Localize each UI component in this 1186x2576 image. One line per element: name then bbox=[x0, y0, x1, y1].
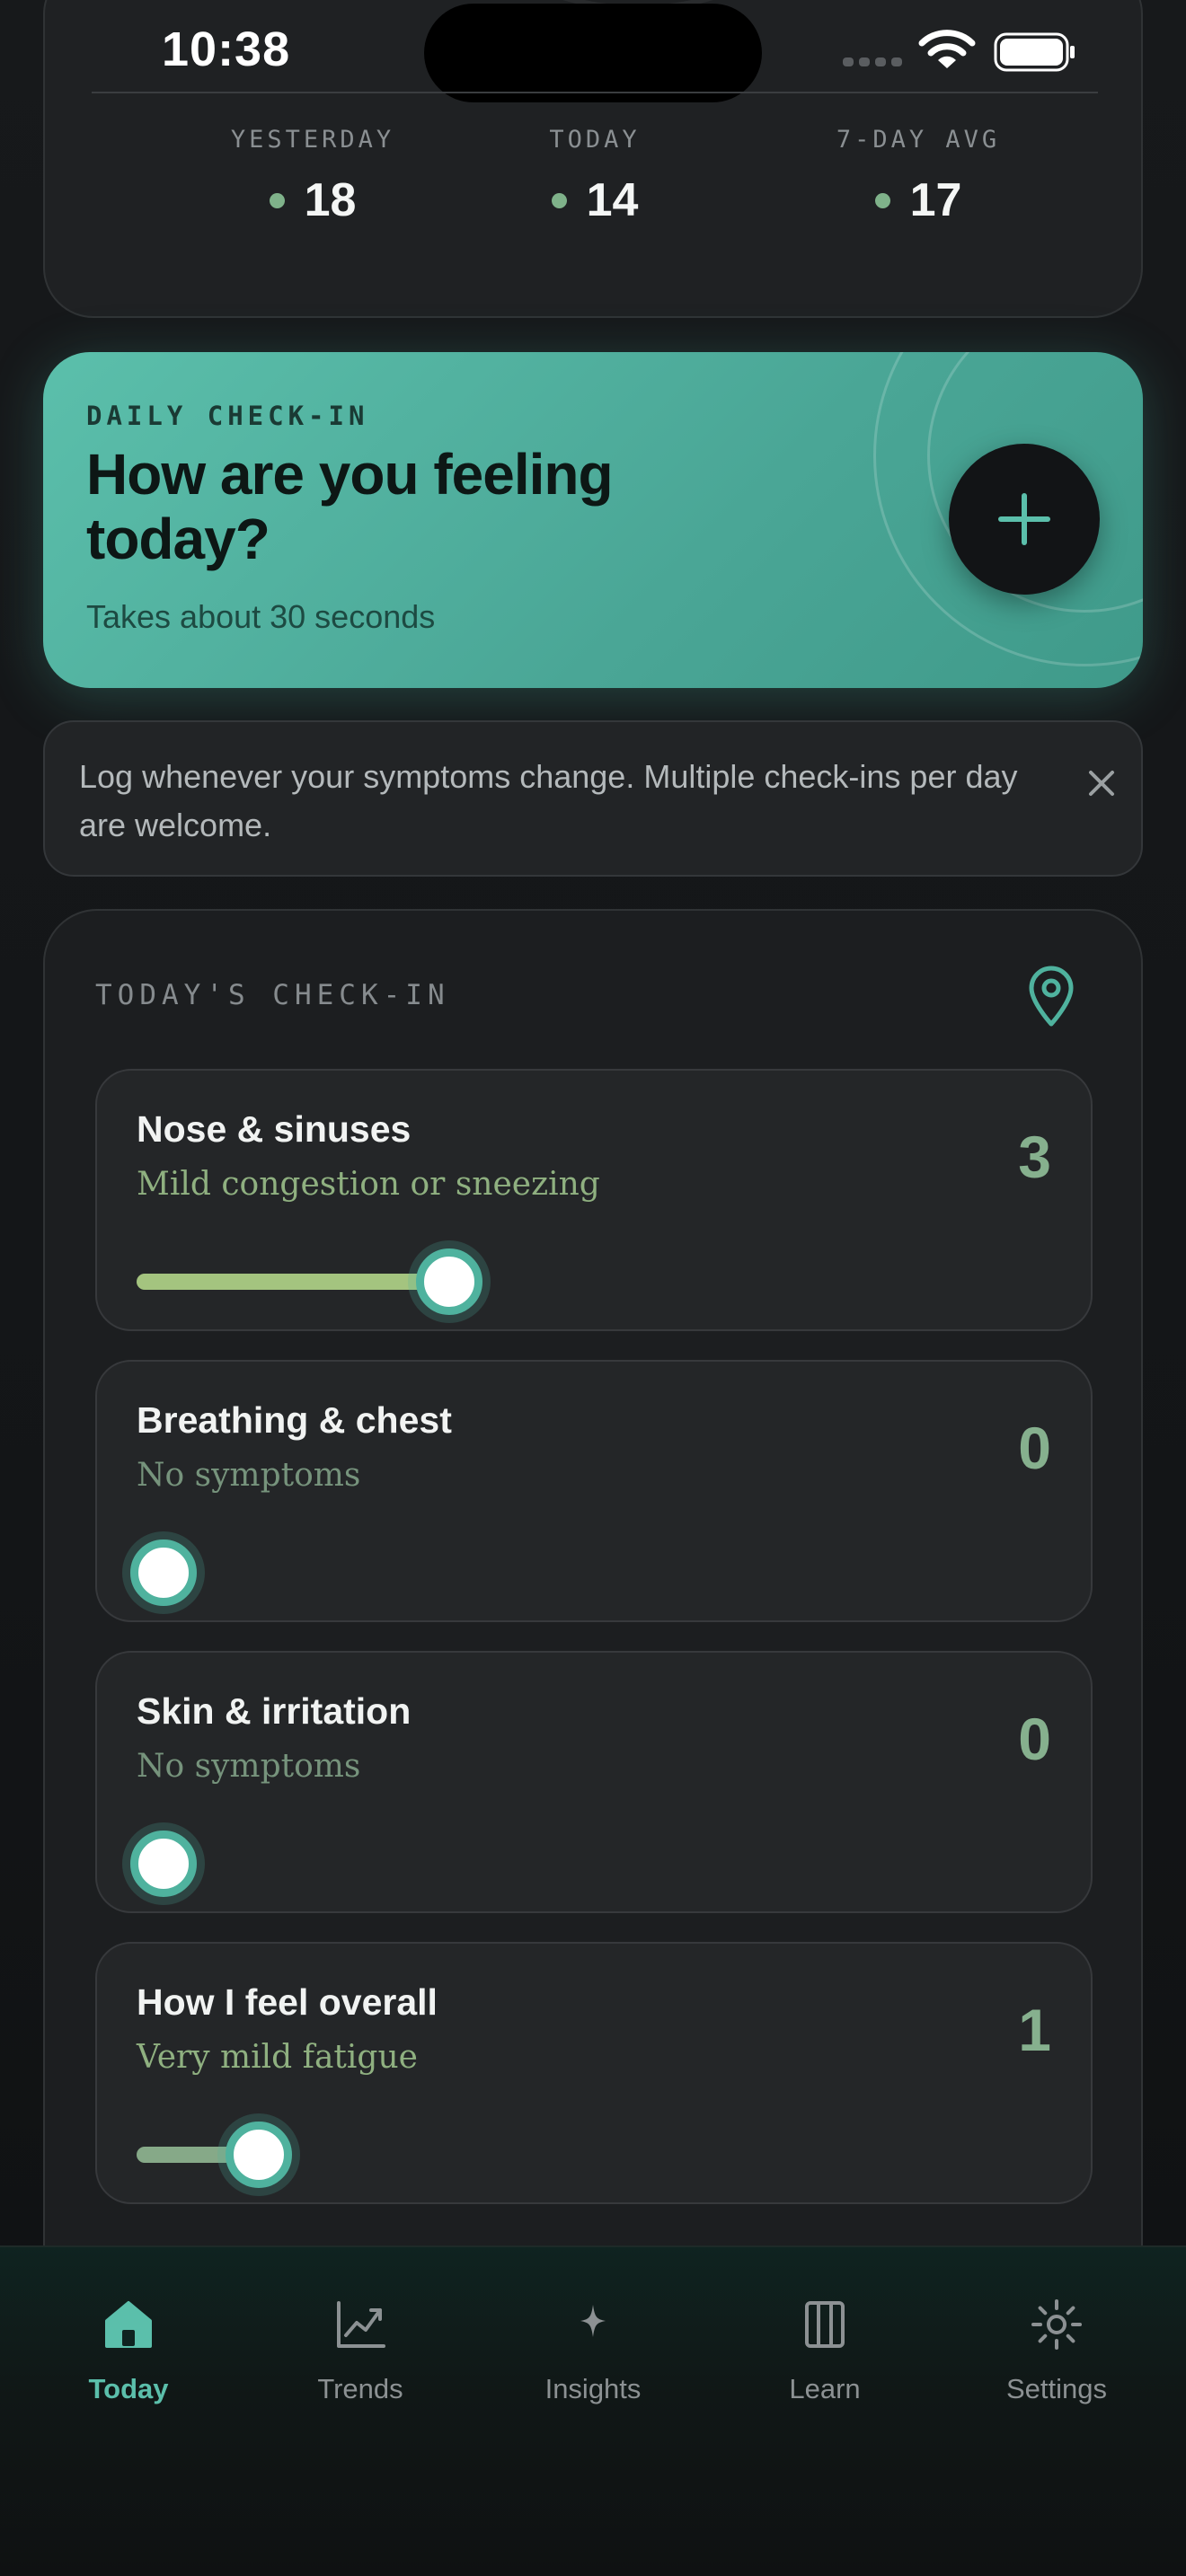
stat-dot bbox=[269, 192, 285, 208]
symptom-score: 3 bbox=[1018, 1124, 1051, 1190]
symptom-score: 1 bbox=[1018, 1997, 1051, 2063]
symptom-description: No symptoms bbox=[137, 1457, 361, 1494]
stat-today: TODAY 14 bbox=[460, 126, 730, 227]
add-checkin-button[interactable] bbox=[949, 444, 1100, 595]
stat-label: YESTERDAY bbox=[230, 126, 395, 154]
tip-text: Log whenever your symptoms change. Multi… bbox=[79, 758, 1018, 843]
tab-insights[interactable]: Insights bbox=[494, 2285, 692, 2438]
symptom-description: Very mild fatigue bbox=[137, 2039, 418, 2076]
stats-summary-card: 10:38 YESTERDAY 18 TODAY 14 7-DAY AVG 17 bbox=[43, 0, 1143, 318]
trend-chart-icon bbox=[337, 2301, 385, 2348]
home-icon bbox=[105, 2301, 152, 2348]
sparkle-icon bbox=[580, 2305, 606, 2337]
checkin-eyebrow: DAILY CHECK-IN bbox=[86, 401, 369, 431]
tab-today[interactable]: Today bbox=[30, 2285, 227, 2438]
checkin-title: How are you feeling today? bbox=[86, 442, 614, 571]
symptom-slider[interactable] bbox=[130, 1536, 1053, 1608]
tab-settings[interactable]: Settings bbox=[958, 2285, 1155, 2438]
stat-yesterday: YESTERDAY 18 bbox=[178, 126, 447, 227]
symptom-score: 0 bbox=[1018, 1415, 1051, 1481]
daily-checkin-card[interactable]: DAILY CHECK-IN How are you feeling today… bbox=[43, 352, 1143, 688]
close-icon bbox=[1089, 771, 1114, 796]
cellular-signal-icon bbox=[843, 57, 902, 66]
map-pin-icon[interactable] bbox=[1022, 965, 1080, 1029]
tab-label: Today bbox=[88, 2373, 169, 2404]
status-bar: 10:38 bbox=[45, 2, 1141, 102]
tab-label: Settings bbox=[1005, 2373, 1107, 2404]
stat-label: TODAY bbox=[549, 126, 641, 154]
tab-trends[interactable]: Trends bbox=[261, 2285, 459, 2438]
wifi-icon bbox=[918, 30, 976, 68]
symptom-description: Mild congestion or sneezing bbox=[137, 1166, 600, 1203]
slider-thumb[interactable] bbox=[416, 1248, 482, 1315]
stat-7day-avg: 7-DAY AVG 17 bbox=[783, 126, 1053, 227]
stats-divider bbox=[92, 92, 1098, 93]
stat-value-row: 18 bbox=[178, 173, 447, 227]
stat-value-row: 14 bbox=[460, 173, 730, 227]
checkin-subtitle: Takes about 30 seconds bbox=[86, 598, 436, 635]
stat-value: 14 bbox=[586, 174, 639, 226]
stat-value-row: 17 bbox=[783, 173, 1053, 227]
symptom-card-breathing: Breathing & chest No symptoms 0 bbox=[95, 1360, 1093, 1622]
slider-fill bbox=[137, 1274, 449, 1290]
plus-icon bbox=[998, 493, 1050, 545]
symptom-score: 0 bbox=[1018, 1706, 1051, 1772]
stat-value: 18 bbox=[304, 174, 357, 226]
symptom-card-skin: Skin & irritation No symptoms 0 bbox=[95, 1651, 1093, 1913]
stat-dot bbox=[551, 192, 567, 208]
slider-thumb[interactable] bbox=[226, 2122, 292, 2188]
stat-label: 7-DAY AVG bbox=[836, 126, 1001, 154]
tab-label: Learn bbox=[789, 2373, 861, 2404]
symptom-name: Skin & irritation bbox=[137, 1690, 412, 1732]
gear-icon bbox=[1031, 2299, 1082, 2350]
symptom-slider[interactable] bbox=[137, 2118, 1053, 2190]
dismiss-tip-button[interactable] bbox=[1076, 758, 1127, 808]
dynamic-island bbox=[424, 4, 762, 102]
symptom-name: How I feel overall bbox=[137, 1981, 438, 2023]
slider-thumb[interactable] bbox=[130, 1539, 197, 1606]
book-icon bbox=[805, 2301, 845, 2348]
bottom-tab-bar: Today Trends Insights Learn Settings bbox=[0, 2245, 1186, 2576]
slider-thumb[interactable] bbox=[130, 1831, 197, 1897]
tip-banner: Log whenever your symptoms change. Multi… bbox=[43, 720, 1143, 877]
stat-value: 17 bbox=[909, 174, 962, 226]
symptom-slider[interactable] bbox=[137, 1245, 1053, 1317]
symptom-card-overall: How I feel overall Very mild fatigue 1 bbox=[95, 1942, 1093, 2204]
symptom-name: Breathing & chest bbox=[137, 1399, 452, 1441]
tab-label: Trends bbox=[317, 2373, 403, 2404]
tab-label: Insights bbox=[544, 2373, 642, 2404]
symptom-slider[interactable] bbox=[130, 1827, 1053, 1899]
today-screen: 10:38 YESTERDAY 18 TODAY 14 7-DAY AVG 17… bbox=[0, 0, 1186, 2576]
status-time: 10:38 bbox=[162, 22, 291, 76]
symptom-card-nose: Nose & sinuses Mild congestion or sneezi… bbox=[95, 1069, 1093, 1331]
tab-learn[interactable]: Learn bbox=[726, 2285, 924, 2438]
symptom-description: No symptoms bbox=[137, 1748, 361, 1785]
symptom-name: Nose & sinuses bbox=[137, 1108, 412, 1150]
section-title: TODAY'S CHECK-IN bbox=[95, 979, 450, 1011]
stat-dot bbox=[874, 192, 890, 208]
battery-icon bbox=[994, 32, 1075, 72]
